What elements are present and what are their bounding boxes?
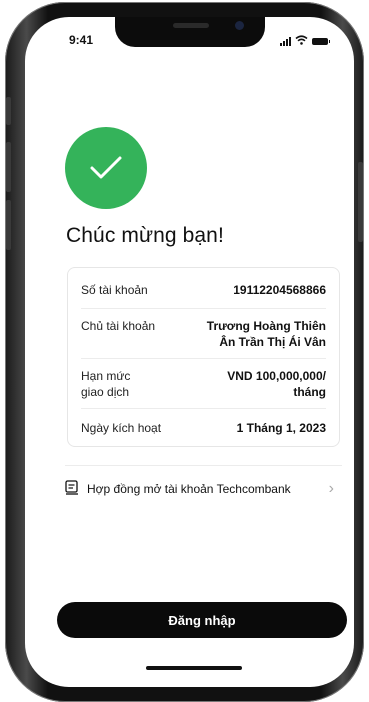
detail-value: 1 Tháng 1, 2023: [236, 421, 326, 435]
notch: [115, 17, 265, 47]
detail-value-line: Ân Trần Thị Ái Vân: [219, 335, 326, 349]
detail-label: Chủ tài khoản: [81, 319, 156, 333]
detail-row-account-holder: Chủ tài khoản Trương Hoàng Thiên Ân Trần…: [81, 318, 326, 354]
account-details-card: Số tài khoản 19112204568866 Chủ tài khoả…: [67, 267, 340, 447]
detail-value-line: tháng: [293, 385, 326, 399]
battery-icon: [312, 37, 330, 45]
detail-label: Hạn mức giao dịch: [81, 368, 130, 400]
document-icon: [65, 480, 79, 498]
detail-value: 19112204568866: [233, 283, 326, 297]
detail-label-line: Hạn mức: [81, 369, 131, 383]
contract-link[interactable]: Hợp đồng mở tài khoản Techcombank ›: [65, 475, 342, 503]
power-button: [358, 162, 363, 242]
detail-label: Số tài khoản: [81, 283, 148, 297]
detail-value: Trương Hoàng Thiên Ân Trần Thị Ái Vân: [207, 318, 326, 350]
camera: [235, 21, 244, 30]
signal-icon: [280, 36, 291, 46]
divider: [65, 465, 342, 466]
phone-frame: 9:41 Chúc mừng bạn! Số tài khoản 1911220…: [5, 2, 364, 702]
volume-up-button: [6, 142, 11, 192]
detail-value: VND 100,000,000/ tháng: [227, 368, 326, 400]
speaker: [173, 23, 209, 28]
divider: [81, 408, 326, 409]
detail-row-activation-date: Ngày kích hoạt 1 Tháng 1, 2023: [81, 420, 326, 438]
detail-value-line: Trương Hoàng Thiên: [206, 319, 326, 333]
wifi-icon: [295, 32, 308, 50]
detail-row-account-number: Số tài khoản 19112204568866: [81, 282, 326, 300]
divider: [81, 358, 326, 359]
success-check-icon: [65, 127, 147, 209]
mute-switch: [6, 97, 11, 125]
detail-row-transaction-limit: Hạn mức giao dịch VND 100,000,000/ tháng: [81, 368, 326, 404]
status-icons: [280, 32, 330, 50]
detail-label: Ngày kích hoạt: [81, 421, 162, 435]
page-title: Chúc mừng bạn!: [66, 224, 224, 247]
screen: 9:41 Chúc mừng bạn! Số tài khoản 1911220…: [25, 17, 354, 687]
chevron-right-icon: ›: [328, 480, 334, 497]
home-indicator[interactable]: [146, 666, 242, 670]
volume-down-button: [6, 200, 11, 250]
login-button[interactable]: Đăng nhập: [57, 602, 347, 638]
contract-link-label: Hợp đồng mở tài khoản Techcombank: [87, 482, 291, 496]
detail-value-line: VND 100,000,000/: [227, 369, 326, 383]
status-time: 9:41: [69, 33, 94, 47]
detail-label-line: giao dịch: [81, 385, 130, 399]
divider: [81, 308, 326, 309]
